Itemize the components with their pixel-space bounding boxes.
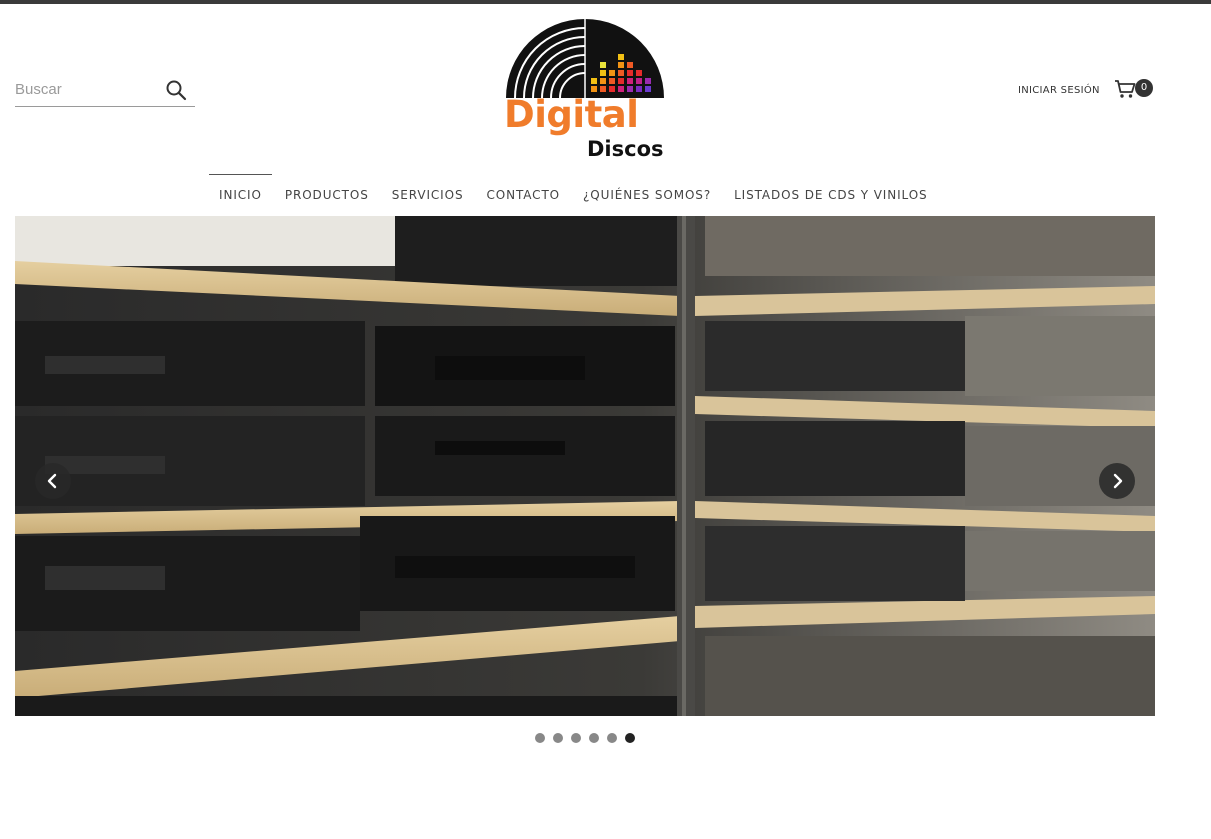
slider-dot[interactable] xyxy=(589,733,599,743)
nav-item-servicios[interactable]: SERVICIOS xyxy=(382,174,474,216)
cart-icon xyxy=(1115,80,1136,98)
main-navigation: INICIO PRODUCTOS SERVICIOS CONTACTO ¿QUI… xyxy=(209,174,941,216)
logo-text-digital: Digital xyxy=(504,93,639,136)
slider-dot[interactable] xyxy=(607,733,617,743)
nav-item-productos[interactable]: PRODUCTOS xyxy=(275,174,379,216)
chevron-right-icon xyxy=(1113,473,1123,489)
slider-prev-button[interactable] xyxy=(35,463,71,499)
slider-dot[interactable] xyxy=(571,733,581,743)
site-logo[interactable]: Digital Discos xyxy=(503,16,667,162)
cart-button[interactable]: 0 xyxy=(1114,78,1156,100)
cart-count-badge: 0 xyxy=(1135,79,1153,97)
slider-pagination xyxy=(535,733,643,743)
nav-item-inicio[interactable]: INICIO xyxy=(209,174,272,216)
chevron-left-icon xyxy=(47,473,57,489)
slide-photo-audio-equipment xyxy=(15,216,1155,716)
slider-dot[interactable] xyxy=(553,733,563,743)
nav-item-listados[interactable]: LISTADOS DE CDS Y VINILOS xyxy=(724,174,937,216)
nav-item-quienes-somos[interactable]: ¿QUIÉNES SOMOS? xyxy=(573,174,721,216)
slider-dot[interactable] xyxy=(535,733,545,743)
logo-text-discos: Discos xyxy=(587,137,664,161)
nav-item-contacto[interactable]: CONTACTO xyxy=(476,174,570,216)
slider-next-button[interactable] xyxy=(1099,463,1135,499)
slider-dot-active[interactable] xyxy=(625,733,635,743)
login-link[interactable]: INICIAR SESIÓN xyxy=(1018,85,1100,96)
search-box xyxy=(15,74,195,107)
search-icon[interactable] xyxy=(165,79,187,101)
search-input[interactable] xyxy=(15,78,155,100)
hero-slider[interactable] xyxy=(15,216,1155,716)
top-accent-bar xyxy=(0,0,1211,4)
